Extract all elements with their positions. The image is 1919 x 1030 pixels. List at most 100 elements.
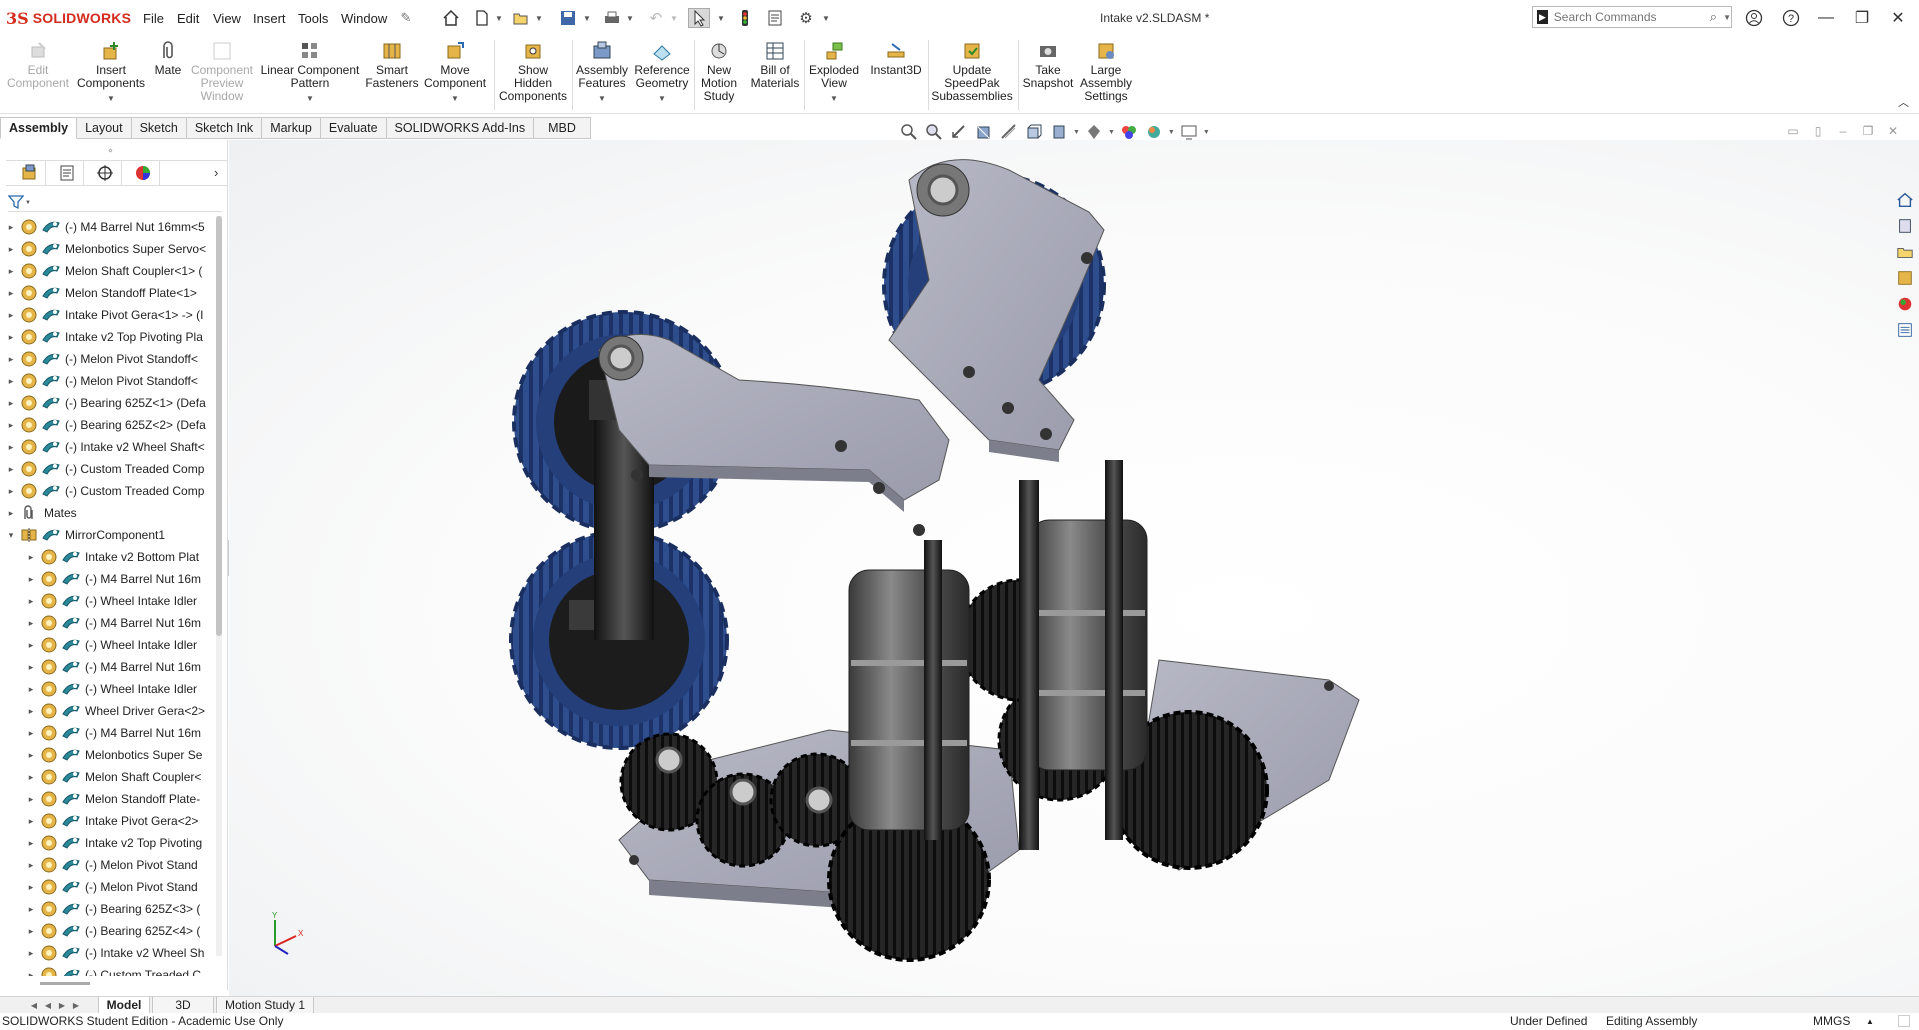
search-commands-box[interactable]: ▶ ⌕ ▼ <box>1532 6 1732 28</box>
options-gear-icon[interactable]: ⚙ <box>795 8 817 28</box>
expand-arrow-icon[interactable]: ▸ <box>6 420 16 431</box>
mate-button[interactable]: Mate <box>152 40 184 77</box>
tree-node[interactable]: ▸ Melonbotics Super Se <box>0 744 218 766</box>
pin-icon[interactable]: ✎ <box>395 8 417 28</box>
design-library-icon[interactable] <box>1894 216 1916 236</box>
tree-node[interactable]: ▸ (-) Melon Pivot Standoff< <box>0 348 218 370</box>
move-component-caret[interactable]: ▼ <box>451 92 459 105</box>
expand-arrow-icon[interactable]: ▸ <box>26 882 36 893</box>
file-explorer-icon[interactable] <box>1894 242 1916 262</box>
solidworks-resources-home-icon[interactable] <box>1894 190 1916 210</box>
tab-model[interactable]: Model <box>98 997 150 1014</box>
viewport-minimize-button[interactable]: – <box>1835 123 1851 139</box>
tree-node[interactable]: ▸ (-) M4 Barrel Nut 16mm<5 <box>0 216 218 238</box>
assembly-features-caret[interactable]: ▼ <box>598 92 606 105</box>
restore-window-button[interactable]: ❐ <box>1848 6 1876 30</box>
smart-fasteners-button[interactable]: Smart Fasteners <box>364 40 420 90</box>
menu-insert[interactable]: Insert <box>253 11 286 26</box>
tree-scrollbar[interactable] <box>216 216 222 956</box>
help-icon[interactable]: ? <box>1777 6 1805 30</box>
expand-arrow-icon[interactable]: ▸ <box>26 816 36 827</box>
dynamic-annotation-icon[interactable] <box>998 122 1020 142</box>
tree-node[interactable]: ▸ Wheel Driver Gera<2> <box>0 700 218 722</box>
zoom-to-fit-icon[interactable] <box>898 122 920 142</box>
custom-properties-icon[interactable] <box>1894 320 1916 340</box>
tree-node[interactable]: ▸ (-) Intake v2 Wheel Sh <box>0 942 218 964</box>
expand-arrow-icon[interactable]: ▸ <box>26 618 36 629</box>
menu-file[interactable]: File <box>143 11 164 26</box>
menu-edit[interactable]: Edit <box>177 11 199 26</box>
expand-arrow-icon[interactable]: ▸ <box>6 354 16 365</box>
exploded-view-button[interactable]: Exploded View ▼ <box>806 40 862 105</box>
prev-tab-nav-icon[interactable]: ◀ <box>42 999 54 1011</box>
expand-arrow-icon[interactable]: ▸ <box>26 596 36 607</box>
collapse-arrow-icon[interactable]: ▾ <box>6 530 16 541</box>
expand-arrow-icon[interactable]: ▸ <box>26 640 36 651</box>
graphics-area[interactable]: Y X <box>229 140 1919 996</box>
display-manager-tab-icon[interactable] <box>126 161 160 185</box>
panel-grip[interactable]: ⋄ <box>108 146 113 155</box>
expand-arrow-icon[interactable]: ▸ <box>6 332 16 343</box>
tree-node[interactable]: ▸ Intake Pivot Gera<2> <box>0 810 218 832</box>
tree-node[interactable]: ▸ (-) Melon Pivot Stand <box>0 854 218 876</box>
expand-arrow-icon[interactable]: ▸ <box>26 772 36 783</box>
solidworks-logo[interactable]: 3S SOLIDWORKS <box>6 8 131 28</box>
tree-node[interactable]: ▸ Intake v2 Bottom Plat <box>0 546 218 568</box>
viewport-close-button[interactable]: ✕ <box>1885 123 1901 139</box>
close-window-button[interactable]: ✕ <box>1884 6 1912 30</box>
hide-show-items-icon[interactable] <box>1083 122 1105 142</box>
expand-arrow-icon[interactable]: ▸ <box>6 486 16 497</box>
expand-arrow-icon[interactable]: ▸ <box>6 310 16 321</box>
print-icon[interactable] <box>601 8 623 28</box>
menu-window[interactable]: Window <box>341 11 387 26</box>
show-hidden-components-button[interactable]: Show Hidden Components <box>498 40 568 103</box>
panel-expand-arrow-icon[interactable]: › <box>214 165 218 180</box>
tab-3d-views[interactable]: 3D Views <box>152 997 214 1028</box>
next-tab-nav-icon[interactable]: ▶ <box>56 999 68 1011</box>
last-tab-nav-icon[interactable]: ▶ <box>70 999 82 1011</box>
new-motion-study-button[interactable]: New Motion Study <box>696 40 742 103</box>
feature-manager-tab-icon[interactable] <box>12 161 46 185</box>
tab-solidworks-add-ins[interactable]: SOLIDWORKS Add-Ins <box>386 117 535 139</box>
display-style-icon[interactable] <box>1048 122 1070 142</box>
tree-node[interactable]: ▸ (-) Bearing 625Z<1> (Defa <box>0 392 218 414</box>
expand-arrow-icon[interactable]: ▸ <box>26 728 36 739</box>
tree-node[interactable]: ▸ (-) M4 Barrel Nut 16m <box>0 722 218 744</box>
expand-arrow-icon[interactable]: ▸ <box>6 398 16 409</box>
rebuild-traffic-light-icon[interactable] <box>734 8 756 28</box>
expand-arrow-icon[interactable]: ▸ <box>6 508 16 519</box>
expand-arrow-icon[interactable]: ▸ <box>26 838 36 849</box>
save-icon[interactable] <box>557 8 579 28</box>
expand-arrow-icon[interactable]: ▸ <box>6 464 16 475</box>
view-orientation-icon[interactable] <box>1023 122 1045 142</box>
bill-of-materials-button[interactable]: Bill of Materials <box>750 40 800 90</box>
tab-mbd[interactable]: MBD <box>534 117 591 139</box>
expand-arrow-icon[interactable]: ▸ <box>6 376 16 387</box>
instant3d-button[interactable]: Instant3D <box>866 40 926 77</box>
tree-node[interactable]: ▸ (-) Bearing 625Z<2> (Defa <box>0 414 218 436</box>
assembly-model-render[interactable] <box>229 140 1919 996</box>
unit-system-button[interactable]: MMGS <box>1813 1013 1850 1030</box>
tree-node[interactable]: ▸ Melon Standoff Plate- <box>0 788 218 810</box>
expand-arrow-icon[interactable]: ▸ <box>26 794 36 805</box>
insert-components-caret[interactable]: ▼ <box>107 92 115 105</box>
tab-motion-study-1[interactable]: Motion Study 1 <box>216 997 314 1014</box>
expand-arrow-icon[interactable]: ▸ <box>6 288 16 299</box>
filter-funnel-icon[interactable] <box>8 194 24 210</box>
tree-node[interactable]: ▸ Intake Pivot Gera<1> -> (I <box>0 304 218 326</box>
move-component-button[interactable]: Move Component ▼ <box>424 40 486 105</box>
expand-arrow-icon[interactable]: ▸ <box>26 750 36 761</box>
view-palette-icon[interactable] <box>1894 268 1916 288</box>
tree-node[interactable]: ▸ Intake v2 Top Pivoting Pla <box>0 326 218 348</box>
collapse-ribbon-icon[interactable]: ︿ <box>1898 94 1909 110</box>
expand-arrow-icon[interactable]: ▸ <box>26 684 36 695</box>
expand-arrow-icon[interactable]: ▸ <box>6 222 16 233</box>
tab-sketch[interactable]: Sketch <box>131 117 187 139</box>
first-tab-nav-icon[interactable]: ◀ <box>28 999 40 1011</box>
tree-node[interactable]: ▸ (-) Custom Treaded C <box>0 964 218 976</box>
linear-pattern-caret[interactable]: ▼ <box>306 92 314 105</box>
tree-node[interactable]: ▸ Intake v2 Top Pivoting <box>0 832 218 854</box>
section-view-icon[interactable] <box>973 122 995 142</box>
minimize-window-button[interactable]: — <box>1812 6 1840 30</box>
tab-assembly[interactable]: Assembly <box>0 117 78 139</box>
